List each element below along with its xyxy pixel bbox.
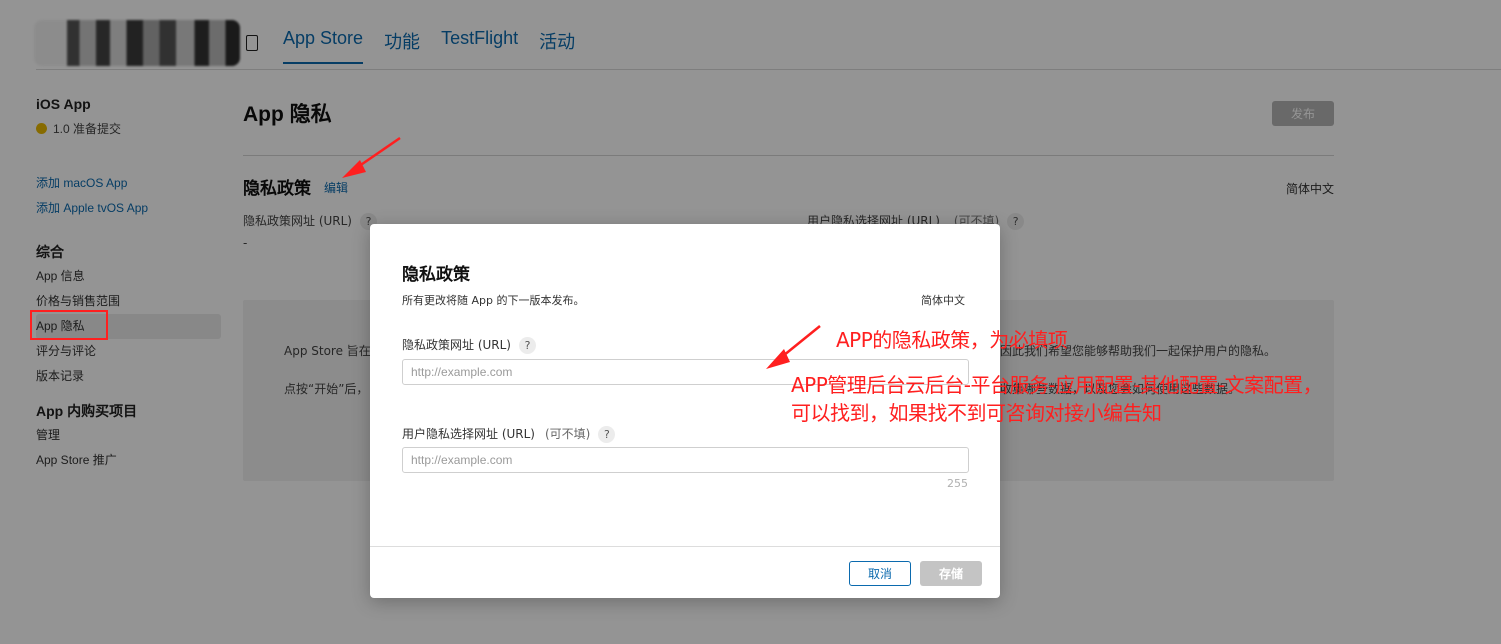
annotation-required-note: APP的隐私政策，为必填项 [836,328,1068,352]
policy-url-input-label: 隐私政策网址 (URL)? [402,336,536,354]
annotation-location-note: APP管理后台云后台-平台服务-应用配置-其他配置-文案配置， [791,373,1323,397]
app-store-connect-page: App Store 功能 TestFlight 活动 iOS App 1.0 准… [0,0,1501,644]
character-counter: 255 [947,477,968,490]
save-button[interactable]: 存储 [920,561,982,586]
policy-url-input-label-text: 隐私政策网址 (URL) [402,338,511,352]
dialog-language-selector[interactable]: 简体中文 [921,292,965,308]
dialog-description: 所有更改将随 App 的下一版本发布。 [402,294,585,307]
choice-url-input-label: 用户隐私选择网址 (URL) (可不填)? [402,425,616,443]
dialog-title: 隐私政策 [402,265,470,284]
cancel-button[interactable]: 取消 [849,561,911,586]
choice-url-input-label-text: 用户隐私选择网址 (URL) [402,427,535,441]
annotation-contact-note: 可以找到，如果找不到可咨询对接小编告知 [791,401,1162,425]
choice-url-input[interactable] [402,447,969,473]
help-icon[interactable]: ? [519,337,536,354]
help-icon[interactable]: ? [598,426,616,443]
dialog-footer-divider [370,546,1000,547]
highlight-box-app-privacy [30,310,108,340]
optional-label: (可不填) [545,427,591,441]
